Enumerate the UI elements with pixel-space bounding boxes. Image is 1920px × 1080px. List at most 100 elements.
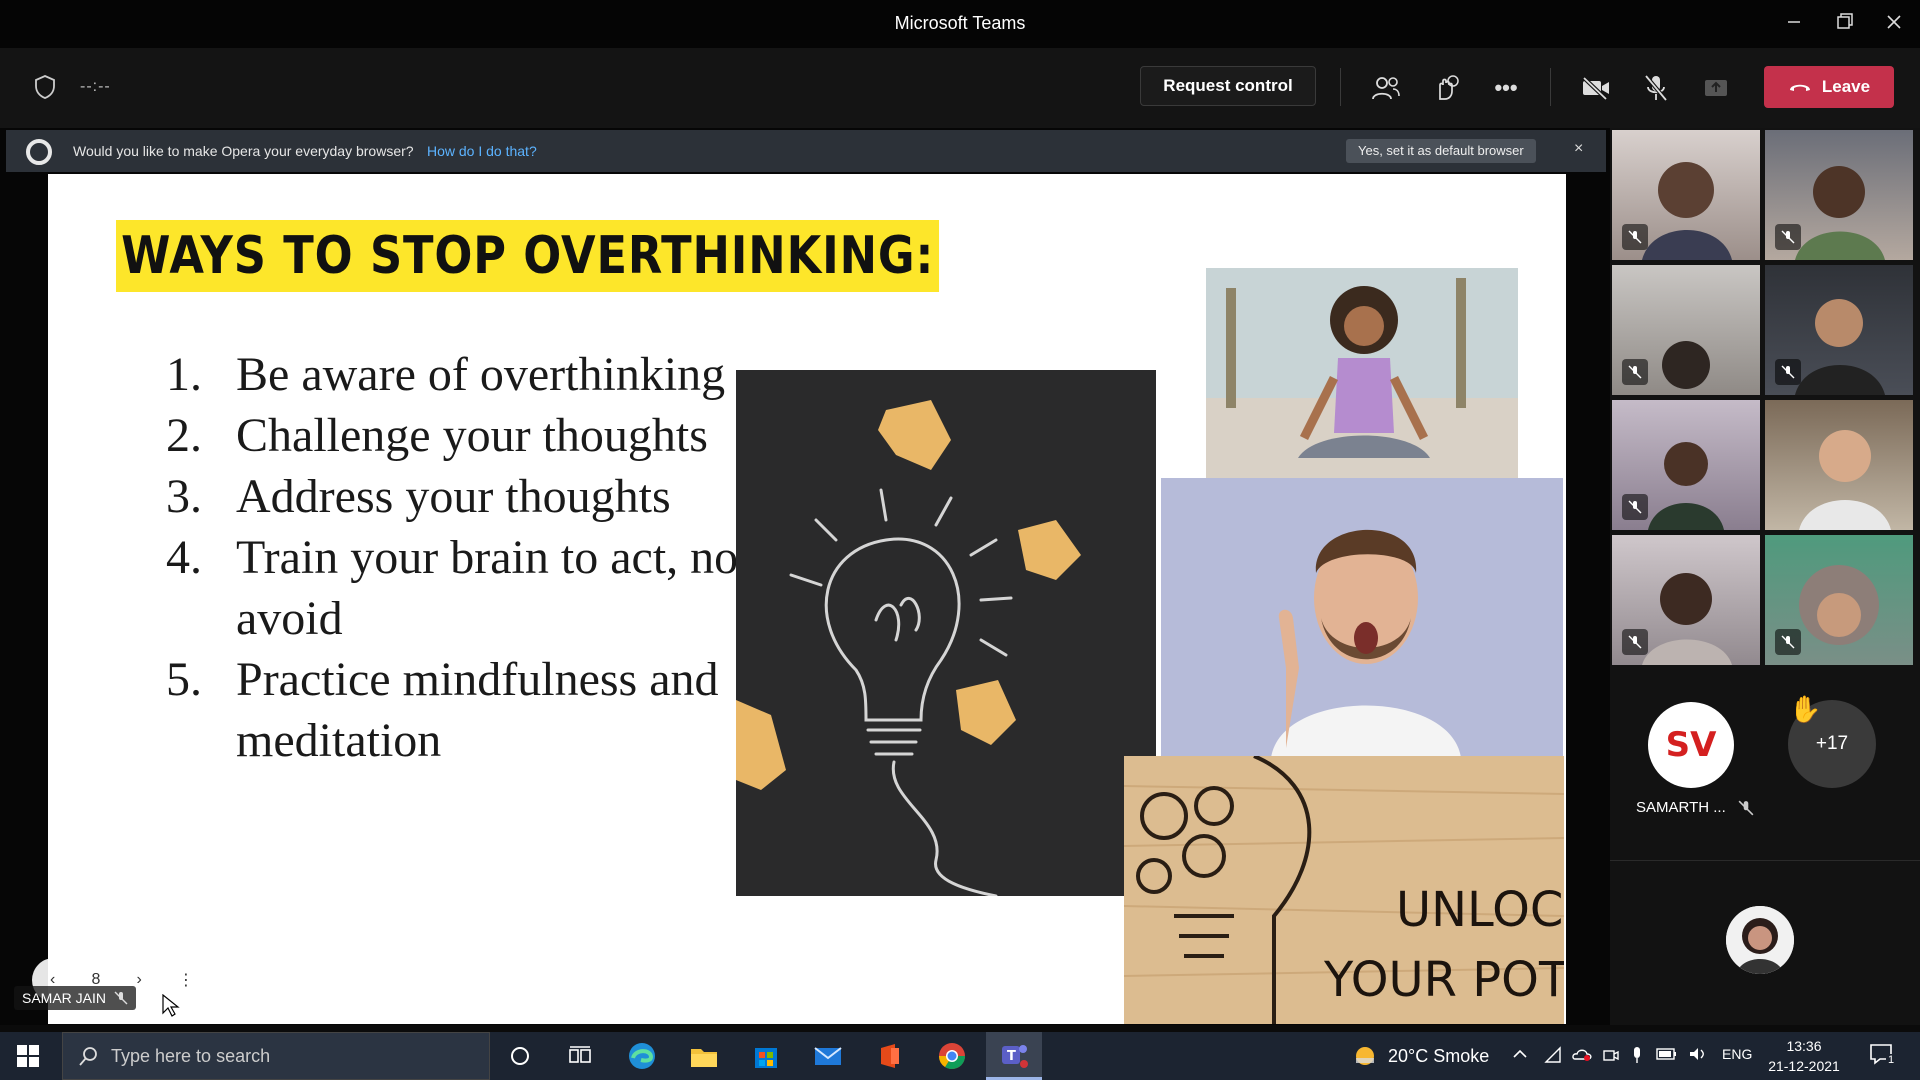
opera-close-icon[interactable]: × — [1574, 140, 1583, 158]
presenter-name: SAMAR JAIN — [22, 990, 107, 1006]
participant-video-tile[interactable] — [1765, 400, 1913, 530]
mic-off-icon[interactable] — [1638, 70, 1674, 106]
presenter-name-chip: SAMAR JAIN — [14, 986, 137, 1010]
clock-time: 13:36 — [1786, 1038, 1822, 1054]
list-number: 4. — [166, 531, 202, 584]
raised-hand-icon: ✋ — [1789, 694, 1822, 724]
mic-off-icon — [1738, 800, 1754, 816]
microsoft-store-icon[interactable] — [738, 1032, 794, 1080]
microphone-icon[interactable] — [1630, 1046, 1644, 1067]
mic-off-icon — [1775, 359, 1801, 385]
opera-set-default-button[interactable]: Yes, set it as default browser — [1346, 139, 1536, 163]
toolbar-divider — [1550, 68, 1551, 106]
avatar[interactable]: SV — [1648, 702, 1734, 788]
volume-icon[interactable] — [1688, 1046, 1708, 1065]
title-bar: Microsoft Teams — [0, 0, 1920, 48]
meeting-timer: --:-- — [80, 78, 111, 95]
weather-sun-icon — [1356, 1047, 1374, 1065]
task-view-icon[interactable] — [552, 1032, 608, 1080]
network-icon[interactable] — [1544, 1046, 1562, 1067]
opera-question: Would you like to make Opera your everyd… — [73, 143, 414, 159]
close-icon[interactable] — [1874, 8, 1914, 40]
language-indicator[interactable]: ENG — [1722, 1046, 1752, 1062]
participant-video-tile[interactable] — [1612, 400, 1760, 530]
list-number: 5. — [166, 653, 202, 706]
list-text: Train your brain to act, not — [236, 531, 752, 584]
wood-text-potential: YOUR POTEN — [1323, 952, 1564, 1008]
unlock-potential-image: UNLOCK YOUR POTEN — [1124, 756, 1564, 1024]
toolbar-divider — [1340, 68, 1341, 106]
slide-more-button[interactable]: ⋮ — [178, 970, 194, 990]
list-number: 3. — [166, 470, 202, 523]
list-number: 2. — [166, 409, 202, 462]
list-number: 1. — [166, 348, 202, 401]
participant-video-tile[interactable] — [1765, 265, 1913, 395]
mic-off-icon — [1622, 629, 1648, 655]
list-text: Address your thoughts — [236, 470, 671, 523]
opera-default-browser-bar: Would you like to make Opera your everyd… — [6, 130, 1606, 172]
people-icon[interactable] — [1368, 70, 1404, 106]
chevron-up-icon[interactable] — [1512, 1046, 1528, 1065]
svg-text:T: T — [1007, 1049, 1016, 1064]
meet-now-icon[interactable] — [1602, 1046, 1620, 1067]
teams-app-icon[interactable]: T — [986, 1032, 1042, 1080]
participant-video-tile[interactable] — [1765, 130, 1913, 260]
mic-off-icon — [1775, 224, 1801, 250]
participant-video-tile[interactable] — [1765, 535, 1913, 665]
taskbar-search-input[interactable]: Type here to search — [62, 1032, 490, 1080]
window-title: Microsoft Teams — [894, 13, 1026, 33]
file-explorer-icon[interactable] — [676, 1032, 732, 1080]
share-tray-icon[interactable] — [1698, 70, 1734, 106]
office-icon[interactable] — [862, 1032, 918, 1080]
chrome-icon[interactable] — [924, 1032, 980, 1080]
mail-icon[interactable] — [800, 1032, 856, 1080]
wood-text-unlock: UNLOCK — [1396, 882, 1564, 938]
meditation-image — [1206, 268, 1518, 480]
presenter-avatar[interactable] — [1726, 906, 1794, 974]
presentation-slide: WAYS TO STOP OVERTHINKING: 1. Be aware of… — [48, 174, 1566, 1024]
restore-icon[interactable] — [1825, 8, 1865, 40]
notification-center-icon[interactable]: 1 — [1868, 1042, 1904, 1072]
list-text: Challenge your thoughts — [236, 409, 708, 462]
shared-screen: Would you like to make Opera your everyd… — [0, 128, 1610, 1025]
list-item: 4. Train your brain to act, not avoid — [122, 527, 762, 649]
next-slide-button[interactable]: › — [137, 971, 142, 989]
slide-list: 1. Be aware of overthinking 2. Challenge y… — [122, 344, 762, 771]
idea-man-image — [1161, 478, 1563, 758]
list-item: 3. Address your thoughts — [122, 466, 762, 527]
cortana-icon[interactable] — [492, 1032, 548, 1080]
lightbulb-chalkboard-image — [736, 370, 1156, 896]
clock-date: 21-12-2021 — [1768, 1058, 1840, 1074]
list-item: 2. Challenge your thoughts — [122, 405, 762, 466]
opera-how-link[interactable]: How do I do that? — [427, 143, 537, 159]
onedrive-icon[interactable] — [1572, 1046, 1592, 1065]
battery-icon[interactable] — [1656, 1046, 1678, 1065]
windows-start-icon[interactable] — [16, 1044, 40, 1068]
opera-logo-icon — [26, 139, 52, 165]
list-text: meditation — [236, 714, 442, 767]
edge-browser-icon[interactable] — [614, 1032, 670, 1080]
participant-video-tile[interactable] — [1612, 535, 1760, 665]
participant-video-tile[interactable] — [1612, 130, 1760, 260]
panel-divider — [1610, 860, 1920, 861]
participant-name: SAMARTH ... — [1636, 799, 1726, 816]
weather-text[interactable]: 20°C Smoke — [1388, 1046, 1489, 1067]
minimize-icon[interactable] — [1774, 8, 1814, 40]
search-placeholder: Type here to search — [111, 1046, 271, 1066]
camera-off-icon[interactable] — [1578, 70, 1614, 106]
more-options-icon[interactable]: ••• — [1488, 70, 1524, 106]
leave-label: Leave — [1821, 77, 1871, 96]
list-text: Practice mindfulness and — [236, 653, 719, 706]
reactions-icon[interactable] — [1428, 70, 1464, 106]
mic-off-icon — [114, 991, 128, 1005]
participant-video-tile[interactable] — [1612, 265, 1760, 395]
slide-title: WAYS TO STOP OVERTHINKING: — [116, 220, 940, 292]
screen: Microsoft Teams --:-- Request control ••… — [0, 0, 1920, 1080]
request-control-button[interactable]: Request control — [1140, 66, 1316, 106]
taskbar-clock[interactable]: 13:36 21-12-2021 — [1756, 1036, 1852, 1076]
list-item: 1. Be aware of overthinking — [122, 344, 762, 405]
notification-count: 1 — [1886, 1054, 1897, 1066]
shield-icon[interactable] — [34, 74, 56, 100]
leave-button[interactable]: Leave — [1764, 66, 1894, 108]
list-text: Be aware of overthinking — [236, 348, 726, 401]
